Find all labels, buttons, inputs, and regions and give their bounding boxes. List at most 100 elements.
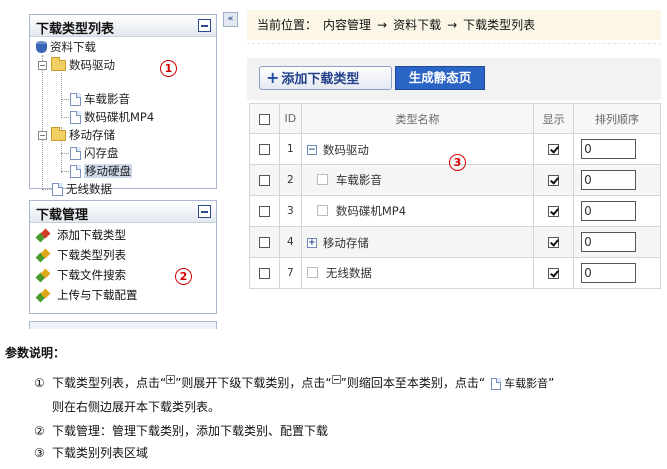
collapse-panel-icon[interactable] bbox=[198, 205, 211, 218]
table-row: 7 无线数据 0 bbox=[249, 257, 661, 289]
order-input[interactable]: 0 bbox=[581, 263, 637, 283]
header-id: ID bbox=[278, 103, 302, 134]
marker-two: 2 bbox=[175, 268, 192, 285]
category-list-panel: 下载类型列表 资料下载 − 数码驱动 车载影音 数码碟机MP4 − 移动存储 闪… bbox=[29, 14, 217, 196]
tree-connector bbox=[42, 55, 43, 189]
row-name: 车载影音 bbox=[335, 172, 382, 187]
menu-download-type-list[interactable]: 下载类型列表 bbox=[36, 246, 126, 264]
table-row: 3 数码碟机MP4 0 bbox=[249, 195, 661, 227]
tree-item-digital-player[interactable]: 数码碟机MP4 bbox=[70, 109, 154, 125]
expand-node-icon[interactable]: + bbox=[306, 237, 317, 248]
row-id: 2 bbox=[278, 164, 302, 196]
page-icon bbox=[491, 378, 502, 390]
folder-open-icon bbox=[51, 57, 66, 71]
note-item-1: ① 下载类型列表，点击“ ”则展开下级下载类别，点击“ ”则缩回本至本类别，点击“ 车载… bbox=[34, 375, 555, 391]
download-manage-header: 下载管理 bbox=[30, 201, 216, 223]
menu-add-download-type[interactable]: 添加下载类型 bbox=[36, 226, 126, 244]
tree-item-flash-disk[interactable]: 闪存盘 bbox=[70, 145, 119, 161]
list-icon bbox=[36, 249, 51, 262]
collapse-node-icon[interactable]: − bbox=[306, 144, 317, 155]
example-tree-node: 车载影音 bbox=[485, 375, 548, 391]
page-icon bbox=[70, 147, 81, 160]
breadcrumb-arrow: → bbox=[377, 18, 388, 32]
note-item-3: ③ 下载类别列表区域 bbox=[34, 446, 149, 460]
row-id: 1 bbox=[278, 133, 302, 165]
select-all-checkbox[interactable] bbox=[258, 113, 270, 125]
tree-item-portable-hdd[interactable]: 移动硬盘 bbox=[70, 163, 132, 179]
add-type-icon bbox=[36, 229, 51, 242]
breadcrumb-item[interactable]: 资料下载 bbox=[393, 18, 441, 32]
category-tree: 资料下载 − 数码驱动 车载影音 数码碟机MP4 − 移动存储 闪存盘 移动硬盘… bbox=[30, 37, 216, 196]
row-checkbox[interactable] bbox=[258, 144, 270, 155]
tree-collapse-icon[interactable]: − bbox=[38, 61, 47, 70]
folder-open-icon bbox=[51, 127, 66, 141]
row-checkbox[interactable] bbox=[258, 206, 270, 217]
database-icon bbox=[36, 41, 47, 54]
collapse-panel-icon[interactable] bbox=[198, 19, 211, 32]
menu-upload-download-config[interactable]: 上传与下载配置 bbox=[36, 286, 138, 304]
header-show: 显示 bbox=[533, 103, 575, 134]
header-order: 排列顺序 bbox=[573, 103, 661, 134]
breadcrumb-label: 当前位置： bbox=[257, 18, 318, 32]
tree-connector bbox=[61, 117, 69, 118]
tree-item-wireless-data[interactable]: 无线数据 bbox=[52, 181, 112, 197]
tree-collapse-icon[interactable]: − bbox=[38, 131, 47, 140]
tree-root[interactable]: 资料下载 bbox=[36, 39, 96, 55]
show-checkbox[interactable] bbox=[548, 237, 560, 248]
page-icon bbox=[70, 93, 81, 106]
table-header-row: ID 类型名称 显示 排列顺序 bbox=[249, 103, 661, 134]
config-icon bbox=[36, 289, 51, 302]
row-checkbox[interactable] bbox=[258, 268, 270, 279]
breadcrumb: 当前位置： 内容管理 → 资料下载 → 下载类型列表 bbox=[247, 10, 661, 40]
tree-connector bbox=[61, 171, 69, 172]
row-id: 7 bbox=[278, 257, 302, 289]
breadcrumb-item: 下载类型列表 bbox=[463, 18, 536, 32]
note-item-1-line2: 则在右侧边展开本下载类列表。 bbox=[52, 400, 221, 414]
child-node-icon bbox=[316, 205, 328, 217]
tree-connector bbox=[42, 189, 52, 190]
category-table: ID 类型名称 显示 排列顺序 1 − 数码驱动 0 2 车载影音 0 3 数码碟… bbox=[249, 103, 661, 289]
plus-icon: + bbox=[266, 68, 280, 87]
expand-icon bbox=[166, 375, 176, 384]
row-name: 移动存储 bbox=[322, 235, 369, 250]
breadcrumb-arrow: → bbox=[447, 18, 458, 32]
show-checkbox[interactable] bbox=[548, 144, 560, 155]
row-id: 4 bbox=[278, 226, 302, 258]
add-download-type-button[interactable]: + 添加下载类型 bbox=[259, 66, 392, 90]
table-row: 4 + 移动存储 0 bbox=[249, 226, 661, 258]
search-icon bbox=[36, 269, 51, 282]
header-select-all bbox=[249, 103, 280, 134]
row-id: 3 bbox=[278, 195, 302, 227]
show-checkbox[interactable] bbox=[548, 206, 560, 217]
header-name: 类型名称 bbox=[300, 103, 535, 134]
show-checkbox[interactable] bbox=[548, 175, 560, 186]
order-input[interactable]: 0 bbox=[581, 201, 637, 221]
collapse-sidebar-button[interactable]: « bbox=[223, 12, 238, 27]
download-manage-panel: 下载管理 添加下载类型 下载类型列表 下载文件搜索 上传与下载配置 2 bbox=[29, 200, 217, 314]
tree-folder-mobile-storage[interactable]: 移动存储 bbox=[51, 127, 115, 143]
generate-static-page-button[interactable]: 生成静态页 bbox=[395, 66, 485, 90]
child-node-icon bbox=[316, 174, 328, 186]
category-list-header: 下载类型列表 bbox=[30, 15, 216, 37]
menu-download-file-search[interactable]: 下载文件搜索 bbox=[36, 266, 126, 284]
order-input[interactable]: 0 bbox=[581, 139, 637, 159]
tree-folder-digital-drive[interactable]: 数码驱动 bbox=[51, 57, 115, 73]
row-checkbox[interactable] bbox=[258, 175, 270, 186]
row-checkbox[interactable] bbox=[258, 237, 270, 248]
breadcrumb-item[interactable]: 内容管理 bbox=[323, 18, 371, 32]
toolbar: + 添加下载类型 生成静态页 bbox=[247, 58, 661, 100]
page-icon bbox=[52, 183, 63, 196]
order-input[interactable]: 0 bbox=[581, 232, 637, 252]
category-list-title: 下载类型列表 bbox=[36, 22, 115, 37]
page-icon bbox=[70, 111, 81, 124]
page-icon bbox=[70, 165, 81, 178]
row-name: 数码驱动 bbox=[322, 142, 369, 157]
tree-connector bbox=[61, 73, 62, 118]
order-input[interactable]: 0 bbox=[581, 170, 637, 190]
show-checkbox[interactable] bbox=[548, 268, 560, 279]
marker-one: 1 bbox=[160, 60, 177, 77]
tree-item-car-av[interactable]: 车载影音 bbox=[70, 91, 130, 107]
note-item-2: ② 下载管理：管理下载类别，添加下载类别、配置下载 bbox=[34, 424, 329, 438]
tree-connector bbox=[61, 153, 69, 154]
leaf-node-icon bbox=[306, 267, 318, 279]
